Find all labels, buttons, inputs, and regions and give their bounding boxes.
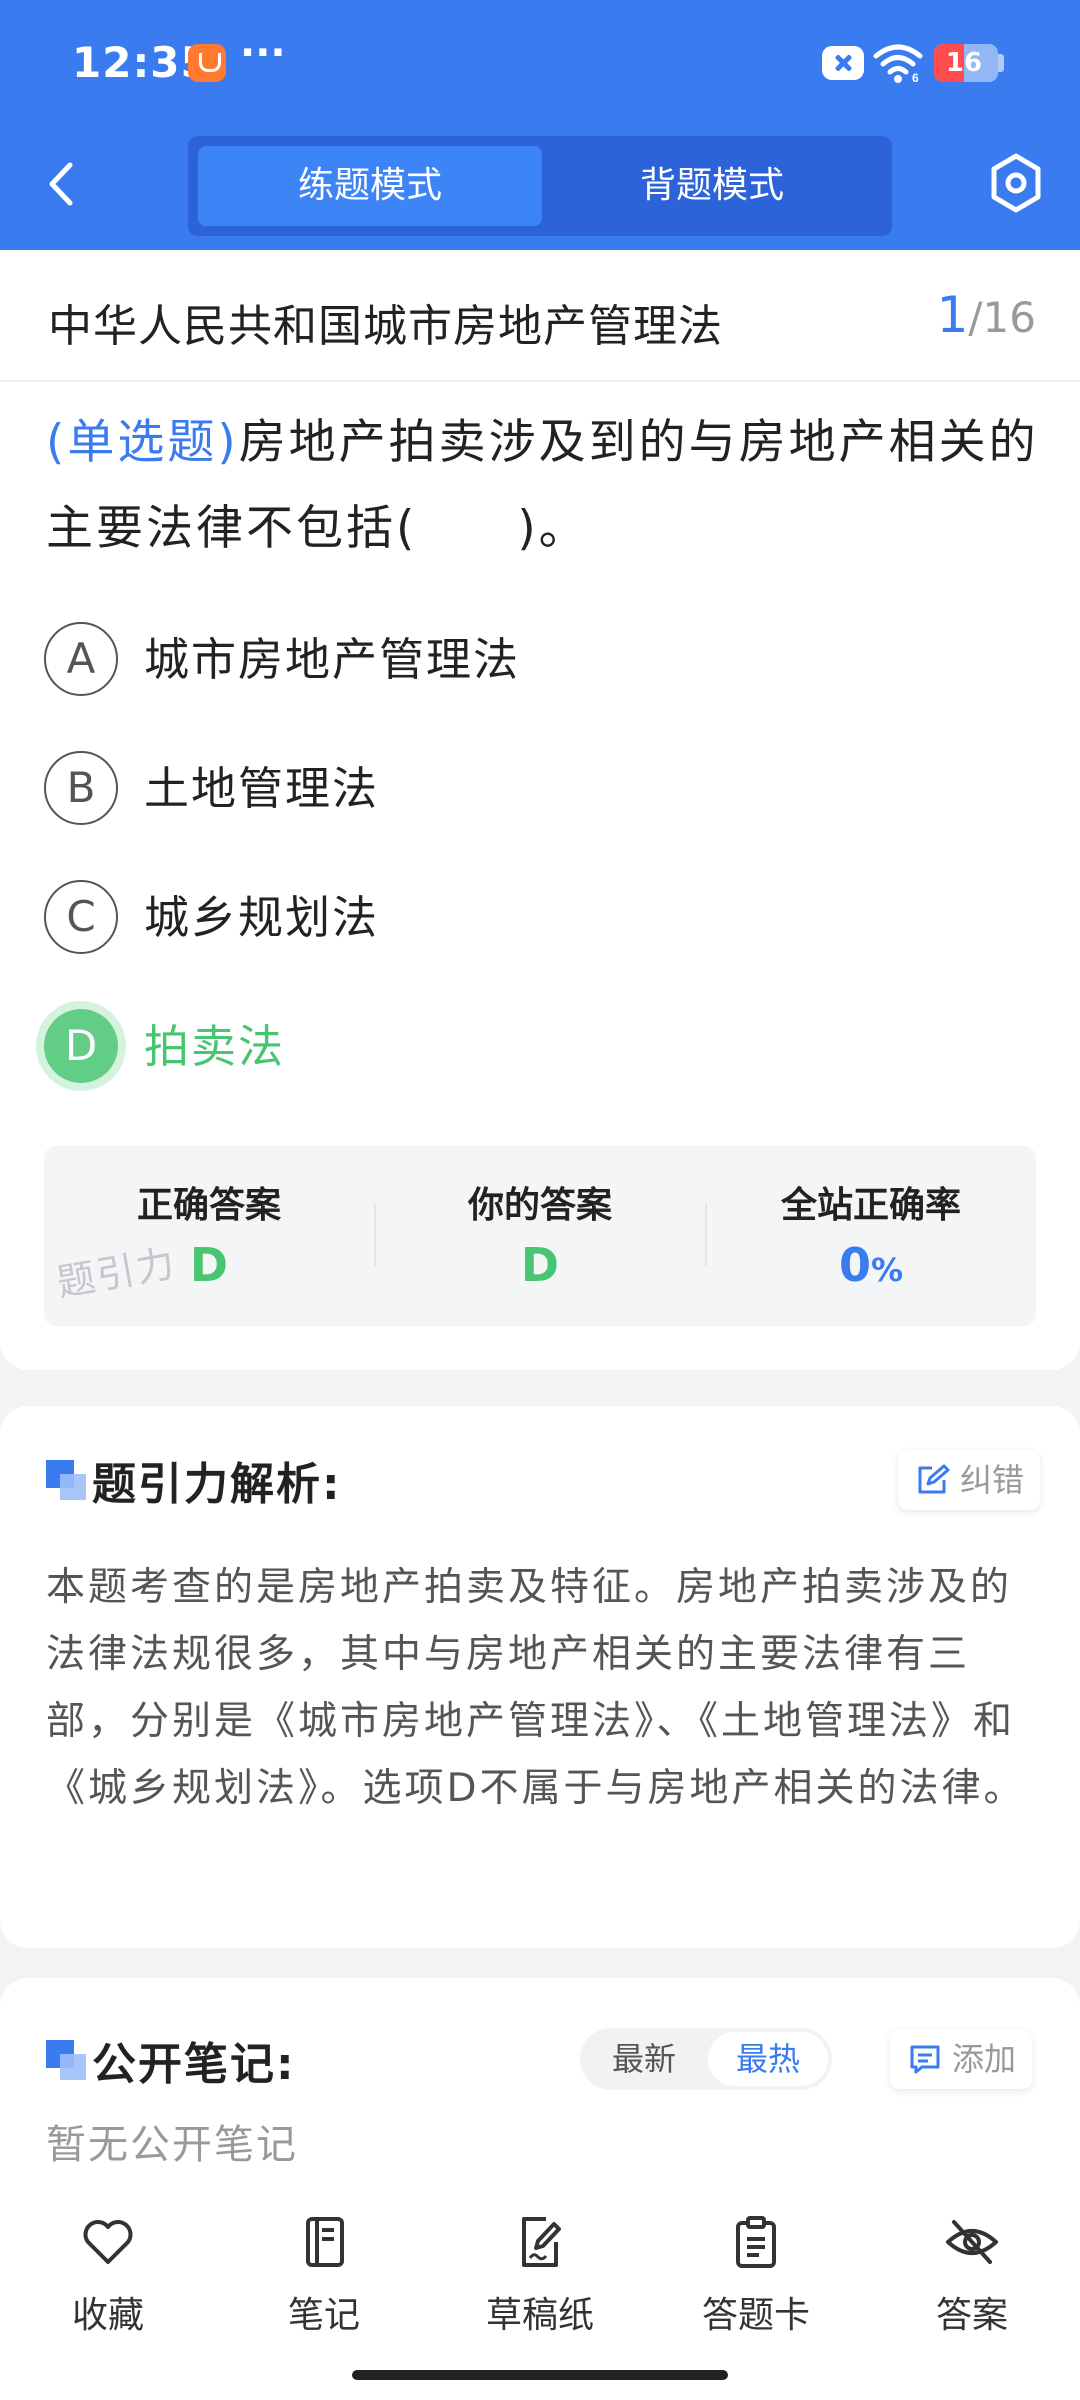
battery-indicator: 16 — [934, 44, 998, 82]
svg-text:6: 6 — [912, 71, 919, 84]
notebook-icon — [306, 2217, 344, 2267]
divider — [0, 380, 1080, 382]
settings-hexagon-icon[interactable] — [986, 150, 1046, 216]
analysis-text: 本题考查的是房地产拍卖及特征。房地产拍卖涉及的法律法规很多，其中与房地产相关的主… — [46, 1565, 1026, 1811]
edit-icon — [918, 1464, 950, 1494]
tab-practice-mode[interactable]: 练题模式 — [198, 146, 542, 226]
site-rate-label: 全站正确率 — [780, 1185, 961, 1226]
mode-switch: 练题模式 背题模式 — [188, 136, 892, 236]
answer-sheet-label: 答题卡 — [701, 2295, 810, 2336]
battery-level: 16 — [945, 48, 983, 78]
site-rate-stat: 全站正确率 0% — [706, 1146, 1036, 1326]
report-error-label: 纠错 — [960, 1461, 1025, 1499]
your-answer-value: D — [520, 1238, 560, 1292]
option-text: 城乡规划法 — [144, 891, 380, 944]
answer-sheet-button[interactable]: 答题卡 — [666, 2206, 846, 2346]
correct-answer-label: 正确答案 — [136, 1185, 281, 1226]
comment-icon — [910, 2045, 940, 2074]
option-text: 拍卖法 — [144, 1020, 286, 1073]
add-note-label: 添加 — [952, 2040, 1017, 2078]
progress-separator: / — [968, 293, 983, 342]
answer-sheet-icon — [736, 2216, 776, 2268]
show-answer-label: 答案 — [935, 2295, 1008, 2336]
option-letter: D — [44, 1009, 118, 1083]
option-d[interactable]: D 拍卖法 — [44, 1009, 944, 1085]
option-letter: A — [44, 622, 118, 696]
question-type: (单选题) — [46, 415, 239, 470]
home-indicator[interactable] — [352, 2370, 728, 2380]
question-stem: (单选题)房地产拍卖涉及到的与房地产相关的主要法律不包括( )。 — [46, 400, 1046, 572]
tab-memorize-mode[interactable]: 背题模式 — [540, 146, 884, 226]
wifi-icon: 6 — [873, 44, 923, 84]
shopping-bag-icon — [188, 44, 226, 82]
analysis-title: 题引力解析: — [92, 1459, 342, 1510]
notes-empty-text: 暂无公开笔记 — [46, 2122, 298, 2168]
bottom-toolbar: 收藏 笔记 草稿纸 答题卡 答案 — [0, 2188, 1080, 2400]
notebook-label: 笔记 — [287, 2295, 360, 2336]
question-card: 中华人民共和国城市房地产管理法 1/16 (单选题)房地产拍卖涉及到的与房地产相… — [0, 250, 1080, 1370]
sort-hot-button[interactable]: 最热 — [708, 2032, 828, 2086]
answer-stats: 正确答案 D 你的答案 D 全站正确率 0% 题引力 — [44, 1146, 1036, 1326]
progress-current: 1 — [936, 286, 969, 344]
notes-title: 公开笔记: — [92, 2039, 296, 2090]
progress-total: 16 — [982, 293, 1036, 342]
site-rate-unit: % — [870, 1251, 904, 1289]
screen: 12:35 ··· 6 16 练题模式 背题模式 中华人民共和国城市房地产管理法… — [0, 0, 1080, 2400]
header: 12:35 ··· 6 16 练题模式 背题模式 — [0, 0, 1080, 250]
favorite-button[interactable]: 收藏 — [18, 2206, 198, 2346]
close-notification-icon — [822, 46, 864, 80]
draft-paper-button[interactable]: 草稿纸 — [450, 2206, 630, 2346]
your-answer-label: 你的答案 — [467, 1185, 612, 1226]
heart-icon — [83, 2220, 133, 2264]
section-square-icon — [46, 2040, 86, 2080]
notes-sort-toggle: 最新 最热 — [580, 2028, 832, 2090]
notebook-button[interactable]: 笔记 — [234, 2206, 414, 2346]
add-note-button[interactable]: 添加 — [890, 2029, 1033, 2089]
site-rate-number: 0 — [838, 1238, 871, 1292]
favorite-label: 收藏 — [71, 2295, 144, 2336]
show-answer-button[interactable]: 答案 — [882, 2206, 1062, 2346]
report-error-button[interactable]: 纠错 — [898, 1450, 1041, 1510]
option-letter: B — [44, 751, 118, 825]
option-text: 土地管理法 — [144, 762, 380, 815]
analysis-card: 题引力解析: 纠错 本题考查的是房地产拍卖及特征。房地产拍卖涉及的法律法规很多，… — [0, 1406, 1080, 1948]
battery-tip — [998, 54, 1004, 72]
question-progress[interactable]: 1/16 — [937, 286, 1036, 344]
draft-paper-label: 草稿纸 — [485, 2295, 594, 2336]
sort-latest-button[interactable]: 最新 — [584, 2032, 704, 2086]
eye-off-icon — [946, 2220, 998, 2264]
section-square-icon — [46, 1460, 86, 1500]
draft-paper-icon — [522, 2217, 561, 2267]
option-c[interactable]: C 城乡规划法 — [44, 880, 944, 956]
site-rate-value: 0% — [706, 1238, 1036, 1292]
your-answer-stat: 你的答案 D — [375, 1146, 705, 1326]
option-a[interactable]: A 城市房地产管理法 — [44, 622, 944, 698]
option-letter: C — [44, 880, 118, 954]
law-title: 中华人民共和国城市房地产管理法 — [48, 301, 723, 352]
option-text: 城市房地产管理法 — [144, 633, 521, 686]
status-more-indicator: ··· — [240, 30, 286, 76]
back-arrow-icon[interactable] — [38, 157, 88, 211]
option-b[interactable]: B 土地管理法 — [44, 751, 944, 827]
